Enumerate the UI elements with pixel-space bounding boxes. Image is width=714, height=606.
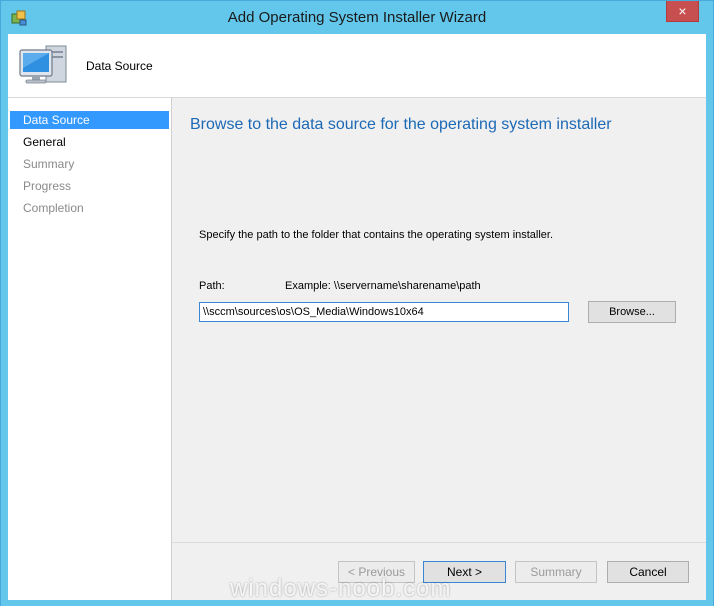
wizard-header: Data Source (8, 34, 706, 98)
path-input[interactable] (199, 302, 569, 322)
summary-button[interactable]: Summary (515, 561, 597, 583)
cancel-button[interactable]: Cancel (607, 561, 689, 583)
step-data-source[interactable]: Data Source (10, 111, 169, 129)
step-progress[interactable]: Progress (10, 177, 169, 195)
page-heading: Browse to the data source for the operat… (190, 116, 612, 133)
wizard-page: Browse to the data source for the operat… (172, 98, 706, 600)
step-completion[interactable]: Completion (10, 199, 169, 217)
instruction-text: Specify the path to the folder that cont… (199, 229, 554, 241)
path-label: Path: (199, 280, 225, 292)
path-example-text: Example: \\servername\sharename\path (285, 280, 481, 292)
title-bar[interactable]: Add Operating System Installer Wizard × (1, 1, 713, 34)
watermark: windows-noob.com (230, 575, 452, 602)
window-title: Add Operating System Installer Wizard (227, 9, 487, 26)
computer-monitor-icon (16, 42, 74, 90)
step-summary[interactable]: Summary (10, 155, 169, 173)
footer-divider (172, 542, 706, 543)
wizard-step-list: Data Source General Summary Progress Com… (8, 98, 172, 600)
close-button[interactable]: × (666, 1, 699, 22)
header-title: Data Source (86, 59, 153, 73)
wizard-window: Add Operating System Installer Wizard × … (0, 0, 714, 606)
close-icon: × (678, 3, 687, 19)
wizard-client-area: Data Source Data Source General Summary … (8, 34, 706, 600)
step-general[interactable]: General (10, 133, 169, 151)
browse-button[interactable]: Browse... (588, 301, 676, 323)
